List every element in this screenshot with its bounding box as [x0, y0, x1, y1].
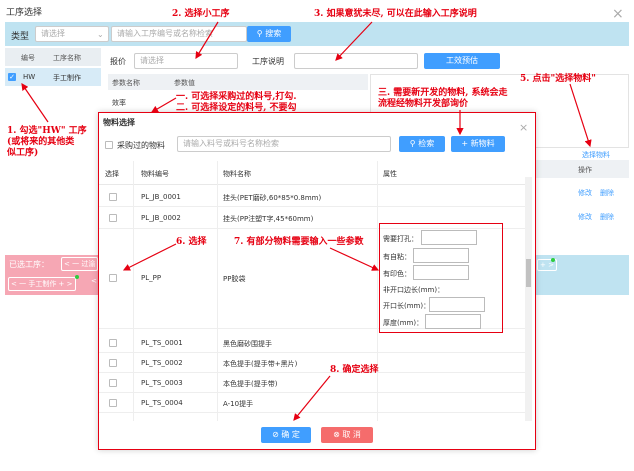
annotation-arrows [21, 21, 592, 421]
